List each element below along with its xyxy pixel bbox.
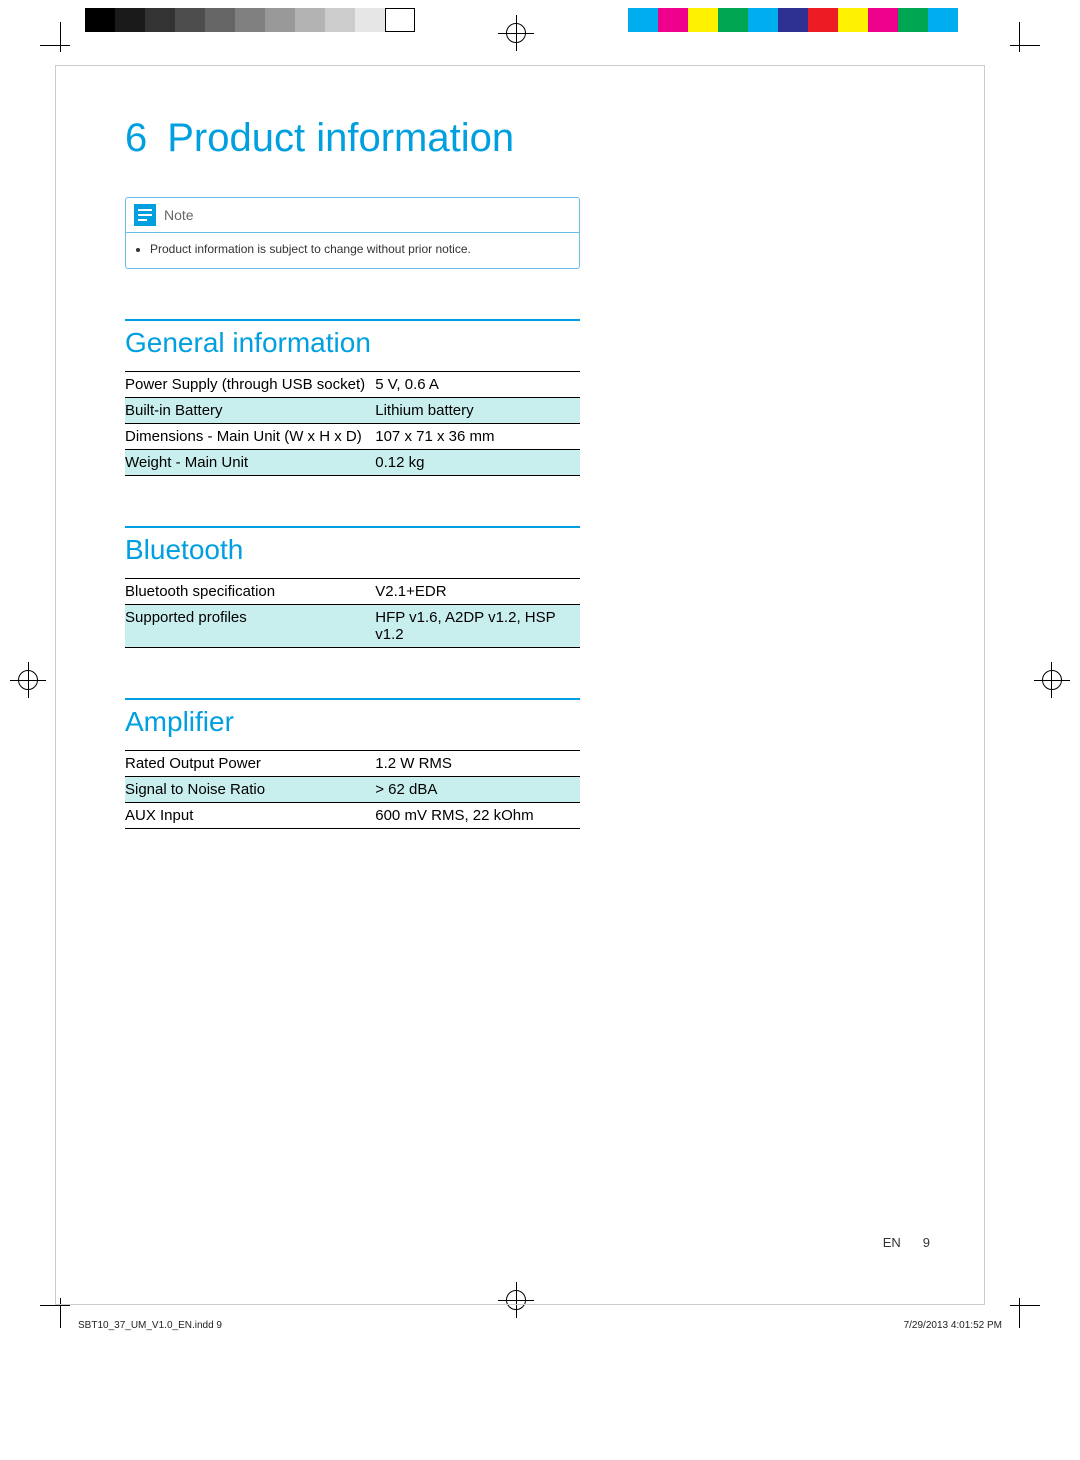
- slug-right: 7/29/2013 4:01:52 PM: [904, 1320, 1002, 1331]
- registration-icon: [1034, 680, 1070, 681]
- registration-icon: [516, 1282, 517, 1318]
- table-row: Bluetooth specificationV2.1+EDR: [125, 578, 580, 604]
- crop-mark: [60, 22, 61, 52]
- page-content: 6 Product information Note Product infor…: [125, 115, 600, 829]
- section-title: Amplifier: [125, 706, 580, 738]
- table-row: Weight - Main Unit0.12 kg: [125, 449, 580, 475]
- crop-mark: [60, 1298, 61, 1328]
- table-bluetooth: Bluetooth specificationV2.1+EDR Supporte…: [125, 578, 580, 648]
- section-general: General information Power Supply (throug…: [125, 319, 580, 476]
- registration-icon: [1051, 662, 1052, 698]
- chapter-number: 6: [125, 115, 147, 161]
- registration-icon: [28, 662, 29, 698]
- slug-left: SBT10_37_UM_V1.0_EN.indd 9: [78, 1320, 222, 1331]
- table-row: Built-in BatteryLithium battery: [125, 397, 580, 423]
- crop-mark: [1019, 1298, 1020, 1328]
- footer-lang: EN: [883, 1235, 901, 1250]
- table-amplifier: Rated Output Power1.2 W RMS Signal to No…: [125, 750, 580, 829]
- footer-page: 9: [923, 1235, 930, 1250]
- table-row: Power Supply (through USB socket)5 V, 0.…: [125, 371, 580, 397]
- note-icon: [134, 204, 156, 226]
- chapter-text: Product information: [167, 115, 514, 161]
- chapter-title: 6 Product information: [125, 115, 600, 161]
- page-footer: EN 9: [883, 1235, 930, 1250]
- note-label: Note: [164, 207, 194, 223]
- table-row: AUX Input600 mV RMS, 22 kOhm: [125, 802, 580, 828]
- crop-mark: [1010, 45, 1040, 46]
- section-title: General information: [125, 327, 580, 359]
- table-row: Dimensions - Main Unit (W x H x D)107 x …: [125, 423, 580, 449]
- table-general: Power Supply (through USB socket)5 V, 0.…: [125, 371, 580, 476]
- section-title: Bluetooth: [125, 534, 580, 566]
- crop-mark: [1010, 1305, 1040, 1306]
- crop-mark: [1019, 22, 1020, 52]
- color-bar: [628, 8, 958, 32]
- note-box: Note Product information is subject to c…: [125, 197, 580, 269]
- table-row: Supported profilesHFP v1.6, A2DP v1.2, H…: [125, 604, 580, 647]
- crop-mark: [40, 1305, 70, 1306]
- note-text: Product information is subject to change…: [150, 241, 565, 258]
- section-bluetooth: Bluetooth Bluetooth specificationV2.1+ED…: [125, 526, 580, 648]
- registration-icon: [516, 15, 517, 51]
- table-row: Rated Output Power1.2 W RMS: [125, 750, 580, 776]
- section-amplifier: Amplifier Rated Output Power1.2 W RMS Si…: [125, 698, 580, 829]
- greyscale-bar: [85, 8, 415, 32]
- table-row: Signal to Noise Ratio> 62 dBA: [125, 776, 580, 802]
- crop-mark: [40, 45, 70, 46]
